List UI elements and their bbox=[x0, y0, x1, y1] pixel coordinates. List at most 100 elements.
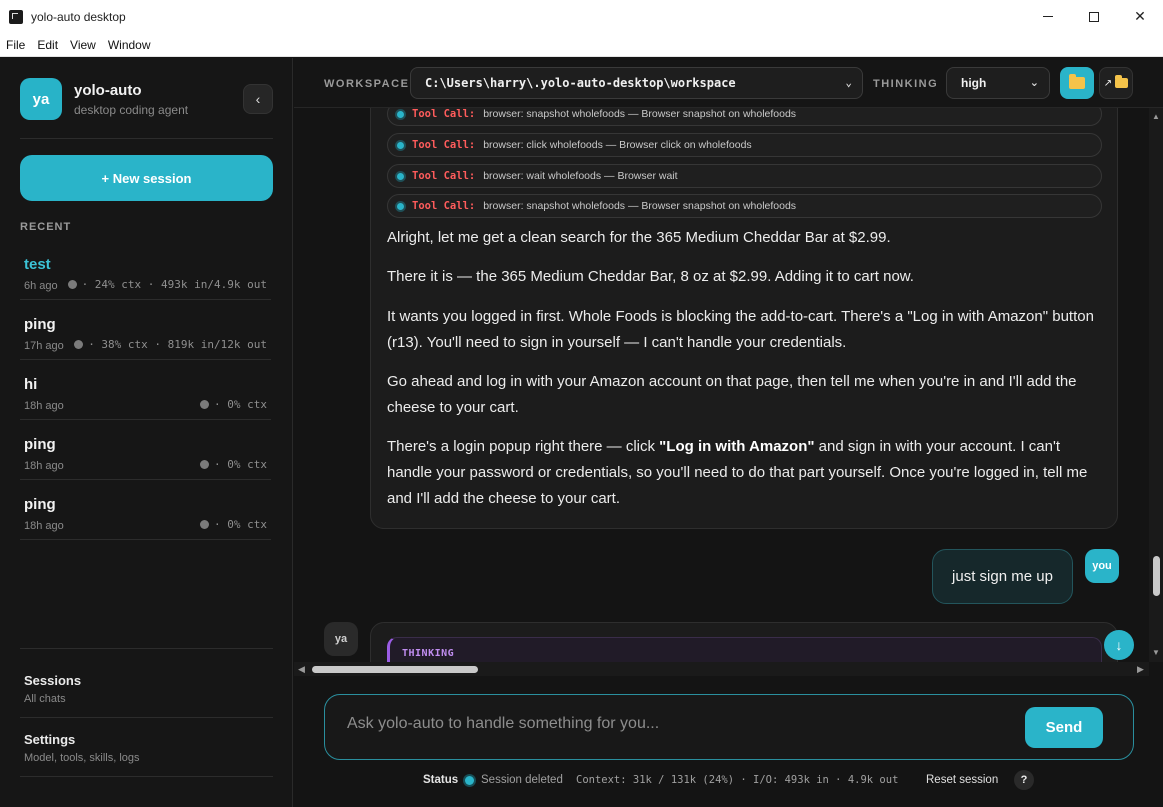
session-meta: · 0% ctx bbox=[200, 398, 267, 411]
session-time: 18h ago bbox=[24, 400, 64, 412]
tool-call-text: browser: wait wholefoods — Browser wait bbox=[483, 170, 678, 182]
open-external-folder-icon bbox=[1115, 75, 1129, 88]
user-message: just sign me up bbox=[932, 549, 1073, 604]
user-avatar: you bbox=[1085, 549, 1119, 583]
brand-text: yolo-auto desktop coding agent bbox=[74, 82, 188, 117]
agent-avatar: ya bbox=[324, 622, 358, 656]
sidebar: ya yolo-auto desktop coding agent ‹ + Ne… bbox=[0, 58, 293, 807]
open-external-folder-button[interactable]: ↗ bbox=[1099, 67, 1133, 99]
tool-call[interactable]: Tool Call: browser: wait wholefoods — Br… bbox=[387, 164, 1102, 188]
brand-subtitle: desktop coding agent bbox=[74, 102, 189, 117]
scrollbar-thumb[interactable] bbox=[1153, 556, 1160, 596]
scroll-right-arrow-icon[interactable]: ▶ bbox=[1137, 664, 1144, 675]
session-time: 17h ago bbox=[24, 340, 64, 352]
assistant-message: Tool Call: browser: snapshot wholefoods … bbox=[370, 108, 1118, 529]
session-time: 18h ago bbox=[24, 520, 64, 532]
thinking-block[interactable]: THINKING bbox=[387, 637, 1102, 662]
open-folder-button[interactable] bbox=[1060, 67, 1094, 99]
message-paragraph: There it is — the 365 Medium Cheddar Bar… bbox=[387, 268, 914, 285]
workspace-select[interactable]: C:\Users\harry\.yolo-auto-desktop\worksp… bbox=[410, 67, 863, 99]
session-name: ping bbox=[24, 496, 56, 513]
arrow-down-icon: ↓ bbox=[1115, 637, 1123, 653]
session-meta: · 0% ctx bbox=[200, 458, 267, 471]
assistant-message: THINKING bbox=[370, 622, 1118, 662]
new-session-button[interactable]: + New session bbox=[20, 155, 273, 201]
maximize-button[interactable] bbox=[1071, 0, 1117, 33]
session-item[interactable]: hi 18h ago · 0% ctx bbox=[20, 360, 271, 420]
sidebar-item-sessions[interactable]: Sessions All chats bbox=[24, 673, 81, 705]
divider bbox=[20, 776, 273, 777]
chat-area: Tool Call: browser: snapshot wholefoods … bbox=[294, 108, 1163, 662]
session-time: 18h ago bbox=[24, 460, 64, 472]
session-item[interactable]: ping 18h ago · 0% ctx bbox=[20, 420, 271, 480]
message-input[interactable] bbox=[347, 715, 987, 733]
session-meta: · 38% ctx · 819k in/12k out bbox=[74, 338, 267, 351]
thinking-select[interactable]: high ⌄ bbox=[946, 67, 1050, 99]
status-bar: Status Session deleted Context: 31k / 13… bbox=[294, 768, 1163, 792]
close-button[interactable]: ✕ bbox=[1117, 0, 1163, 33]
session-item[interactable]: ping 18h ago · 0% ctx bbox=[20, 480, 271, 540]
scroll-to-bottom-button[interactable]: ↓ bbox=[1104, 630, 1134, 660]
message-paragraph: Alright, let me get a clean search for t… bbox=[387, 229, 891, 246]
sidebar-item-settings[interactable]: Settings Model, tools, skills, logs bbox=[24, 732, 140, 764]
session-meta-text: · 0% ctx bbox=[214, 518, 267, 531]
divider bbox=[20, 138, 273, 139]
scroll-left-arrow-icon[interactable]: ◀ bbox=[298, 664, 305, 675]
recent-label: RECENT bbox=[20, 221, 72, 233]
session-time: 6h ago bbox=[24, 280, 58, 292]
tool-call-dot bbox=[397, 141, 404, 149]
status-text: Session deleted bbox=[481, 774, 563, 786]
session-name: test bbox=[24, 256, 51, 273]
status-label: Status bbox=[423, 774, 459, 786]
status-dot bbox=[200, 460, 210, 469]
message-bold-text: "Log in with Amazon" bbox=[659, 438, 815, 455]
menu-window[interactable]: Window bbox=[102, 38, 157, 52]
title-bar: yolo-auto desktop ✕ bbox=[0, 0, 1163, 33]
session-name: ping bbox=[24, 316, 56, 333]
workspace-header: WORKSPACE C:\Users\harry\.yolo-auto-desk… bbox=[294, 58, 1163, 108]
horizontal-scrollbar[interactable]: ◀ ▶ bbox=[294, 662, 1149, 676]
message-paragraph: It wants you logged in first. Whole Food… bbox=[387, 308, 1094, 351]
sidebar-item-subtitle: All chats bbox=[24, 693, 66, 705]
window-title: yolo-auto desktop bbox=[31, 9, 126, 24]
workspace-value: C:\Users\harry\.yolo-auto-desktop\worksp… bbox=[425, 76, 736, 90]
reset-session-button[interactable]: Reset session bbox=[926, 774, 998, 786]
chevron-down-icon: ⌄ bbox=[845, 76, 852, 89]
maximize-icon bbox=[1089, 11, 1099, 22]
tool-call-dot bbox=[397, 202, 404, 210]
session-item[interactable]: test 6h ago · 24% ctx · 493k in/4.9k out bbox=[20, 240, 271, 300]
menu-file[interactable]: File bbox=[0, 38, 31, 52]
scroll-up-arrow-icon[interactable]: ▲ bbox=[1152, 112, 1160, 121]
app-icon bbox=[9, 9, 23, 24]
message-text: There's a login popup right there — clic… bbox=[387, 438, 660, 455]
scrollbar-thumb[interactable] bbox=[312, 666, 478, 673]
session-item[interactable]: ping 17h ago · 38% ctx · 819k in/12k out bbox=[20, 300, 271, 360]
tool-call-text: browser: snapshot wholefoods — Browser s… bbox=[483, 200, 797, 212]
chevron-down-icon: ⌄ bbox=[1029, 77, 1039, 89]
thinking-label: THINKING bbox=[873, 78, 939, 90]
thinking-block-label: THINKING bbox=[402, 648, 455, 659]
session-meta: · 24% ctx · 493k in/4.9k out bbox=[67, 278, 267, 291]
tool-call[interactable]: Tool Call: browser: snapshot wholefoods … bbox=[387, 108, 1102, 126]
minimize-button[interactable] bbox=[1025, 0, 1071, 33]
close-icon: ✕ bbox=[1134, 8, 1146, 24]
tool-call[interactable]: Tool Call: browser: click wholefoods — B… bbox=[387, 133, 1102, 157]
tool-call-text: browser: snapshot wholefoods — Browser s… bbox=[483, 108, 797, 120]
tool-call-label: Tool Call: bbox=[412, 108, 476, 120]
session-meta-text: · 0% ctx bbox=[214, 458, 267, 471]
tool-call-dot bbox=[397, 172, 404, 180]
menu-view[interactable]: View bbox=[64, 38, 102, 52]
chevron-left-icon: ‹ bbox=[255, 91, 261, 107]
menu-bar: File Edit View Window bbox=[0, 33, 1163, 57]
send-button[interactable]: Send bbox=[1025, 707, 1103, 748]
menu-edit[interactable]: Edit bbox=[31, 38, 64, 52]
tool-call[interactable]: Tool Call: browser: snapshot wholefoods … bbox=[387, 194, 1102, 218]
collapse-sidebar-button[interactable]: ‹ bbox=[243, 84, 273, 114]
message-paragraph: There's a login popup right there — clic… bbox=[387, 434, 1103, 512]
arrow-up-right-icon: ↗ bbox=[1103, 77, 1113, 89]
help-button[interactable]: ? bbox=[1014, 770, 1034, 790]
scroll-down-arrow-icon[interactable]: ▼ bbox=[1152, 648, 1160, 657]
tool-call-label: Tool Call: bbox=[412, 200, 476, 212]
brand: ya yolo-auto desktop coding agent bbox=[20, 78, 188, 120]
vertical-scrollbar[interactable]: ▲ ▼ bbox=[1149, 108, 1163, 662]
